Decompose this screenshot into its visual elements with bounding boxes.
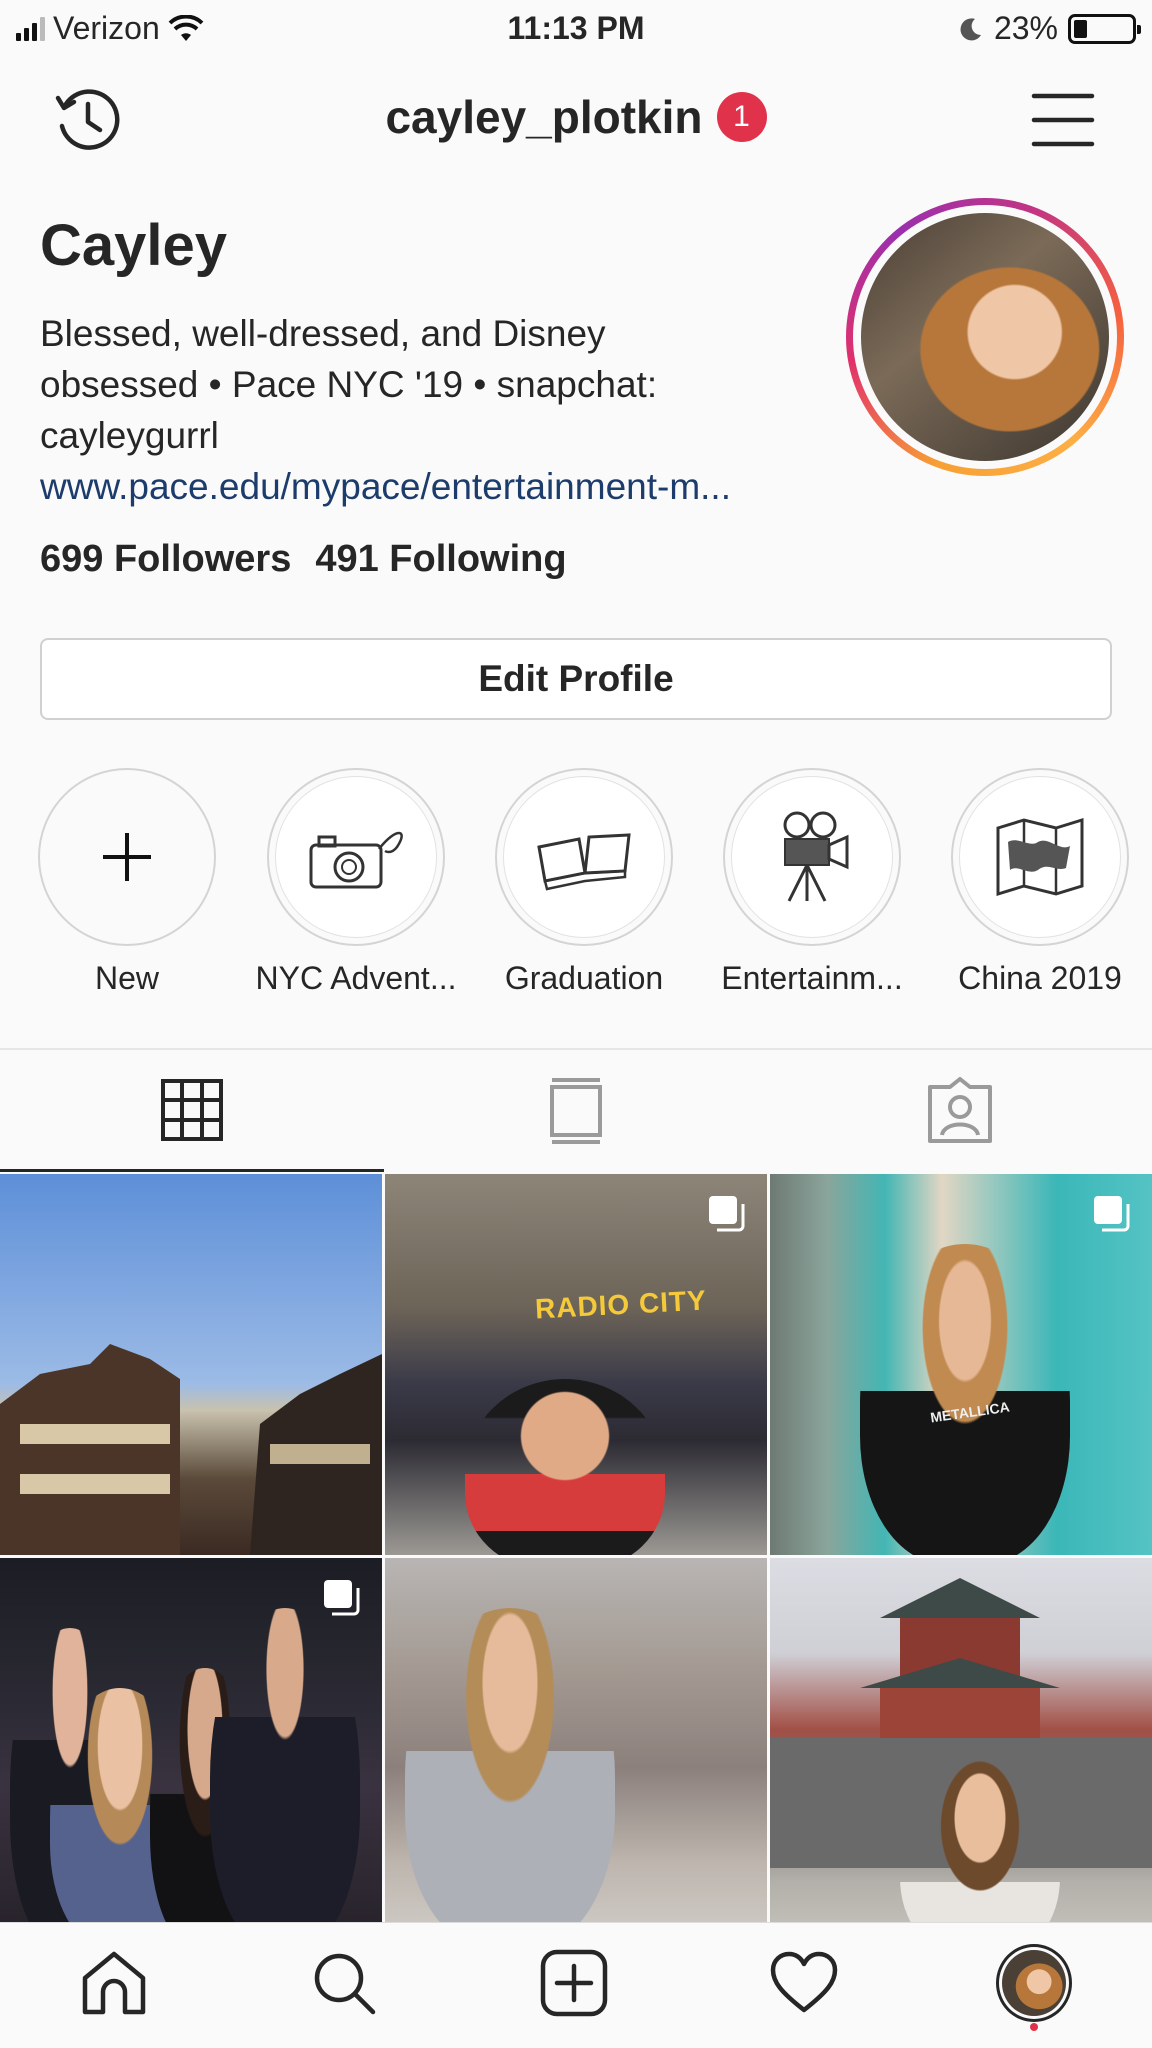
nav-activity[interactable]	[766, 1945, 842, 2021]
post-thumbnail[interactable]: METALLICA	[770, 1174, 1152, 1555]
person-figure	[860, 1244, 1070, 1555]
multiple-photos-icon	[1094, 1196, 1130, 1232]
battery-percent: 23%	[993, 10, 1058, 46]
search-icon	[314, 1953, 376, 2015]
highlight-label: New	[94, 960, 159, 996]
profile-avatar-small[interactable]	[996, 1944, 1072, 2022]
moon-icon	[960, 17, 981, 40]
plus-icon	[103, 833, 151, 881]
post-thumbnail[interactable]: RADIO CITY	[385, 1174, 767, 1555]
nav-search[interactable]	[306, 1945, 382, 2021]
highlight-china[interactable]: China 2019	[926, 768, 1152, 997]
highlight-graduation[interactable]: Graduation	[470, 768, 698, 997]
highlight-cover	[275, 776, 437, 938]
add-post-icon	[540, 1949, 608, 2017]
avatar-border	[853, 205, 1117, 469]
pagoda-silhouette	[0, 1344, 382, 1555]
heart-icon	[770, 1951, 838, 2013]
highlight-label: NYC Advent...	[255, 960, 457, 996]
username-title[interactable]: cayley_plotkin 1	[0, 90, 1152, 144]
tab-tagged[interactable]	[768, 1050, 1152, 1172]
username[interactable]: cayley_plotkin	[385, 90, 702, 144]
post-thumbnail[interactable]	[385, 1558, 767, 1939]
post-thumbnail[interactable]	[770, 1558, 1152, 1939]
highlight-circle[interactable]	[267, 768, 445, 946]
camera-icon	[309, 831, 403, 889]
avatar-photo	[1002, 1950, 1066, 2016]
highlight-label: Entertainm...	[721, 960, 903, 996]
person-figure	[405, 1608, 615, 1939]
post-thumbnail[interactable]	[0, 1174, 382, 1555]
highlight-label: Graduation	[504, 960, 664, 996]
highlight-circle[interactable]	[38, 768, 216, 946]
map-icon	[996, 817, 1084, 897]
story-highlights: New NYC Advent... Graduation Entertainm.…	[0, 768, 1152, 1008]
profile-avatar	[861, 213, 1109, 461]
tab-grid[interactable]	[0, 1050, 384, 1172]
followers-count[interactable]: 699 Followers	[40, 538, 291, 581]
post-thumbnail[interactable]	[0, 1558, 382, 1939]
profile-stats: 699 Followers 491 Following	[40, 538, 567, 581]
bio-link[interactable]: www.pace.edu/mypace/entertainment-m...	[40, 461, 840, 512]
status-right: 23%	[958, 10, 1141, 47]
book-icon	[537, 833, 631, 891]
highlight-new[interactable]: New	[13, 768, 241, 997]
tab-feed[interactable]	[384, 1050, 768, 1172]
profile-tabs	[0, 1050, 1152, 1172]
post-grid: RADIO CITY METALLICA	[0, 1174, 1152, 1939]
notification-badge[interactable]: 1	[716, 92, 767, 142]
multiple-photos-icon	[709, 1196, 745, 1232]
tagged-user-icon	[928, 1077, 992, 1143]
movie-camera-icon	[783, 811, 849, 902]
bio-line: Blessed, well-dressed, and Disney	[40, 313, 606, 354]
bottom-navigation	[0, 1922, 1152, 2048]
highlight-circle[interactable]	[495, 768, 673, 946]
highlight-entertainment[interactable]: Entertainm...	[698, 768, 926, 997]
edit-profile-button[interactable]: Edit Profile	[40, 638, 1112, 720]
graduate-figure	[465, 1379, 665, 1555]
grid-icon	[161, 1078, 223, 1141]
activity-dot	[1030, 2023, 1038, 2031]
status-bar: Verizon 11:13 PM 23%	[0, 0, 1152, 60]
bio-line: cayleygurrl	[40, 415, 219, 456]
nav-home[interactable]	[76, 1945, 152, 2021]
multiple-photos-icon	[324, 1580, 360, 1616]
highlight-cover	[959, 776, 1121, 938]
profile-name: Cayley	[40, 213, 228, 278]
following-count[interactable]: 491 Following	[315, 538, 566, 581]
bio-line: obsessed • Pace NYC '19 • snapchat:	[40, 364, 658, 405]
profile-bio: Blessed, well-dressed, and Disney obsess…	[40, 308, 840, 512]
profile-avatar-story-ring[interactable]	[846, 198, 1124, 476]
battery-icon	[1068, 13, 1141, 44]
home-icon	[82, 1951, 146, 2015]
feed-icon	[550, 1078, 602, 1144]
profile-header: cayley_plotkin 1	[0, 60, 1152, 176]
radio-city-sign: RADIO CITY	[534, 1284, 708, 1325]
highlight-nyc[interactable]: NYC Advent...	[242, 768, 470, 997]
highlight-cover	[503, 776, 665, 938]
highlight-label: China 2019	[958, 960, 1122, 996]
menu-icon[interactable]	[1028, 82, 1104, 158]
nav-profile[interactable]	[996, 1944, 1072, 2031]
highlight-circle[interactable]	[723, 768, 901, 946]
nav-new-post[interactable]	[536, 1945, 612, 2021]
highlight-cover	[731, 776, 893, 938]
highlight-circle[interactable]	[951, 768, 1129, 946]
group-figure	[210, 1608, 360, 1939]
